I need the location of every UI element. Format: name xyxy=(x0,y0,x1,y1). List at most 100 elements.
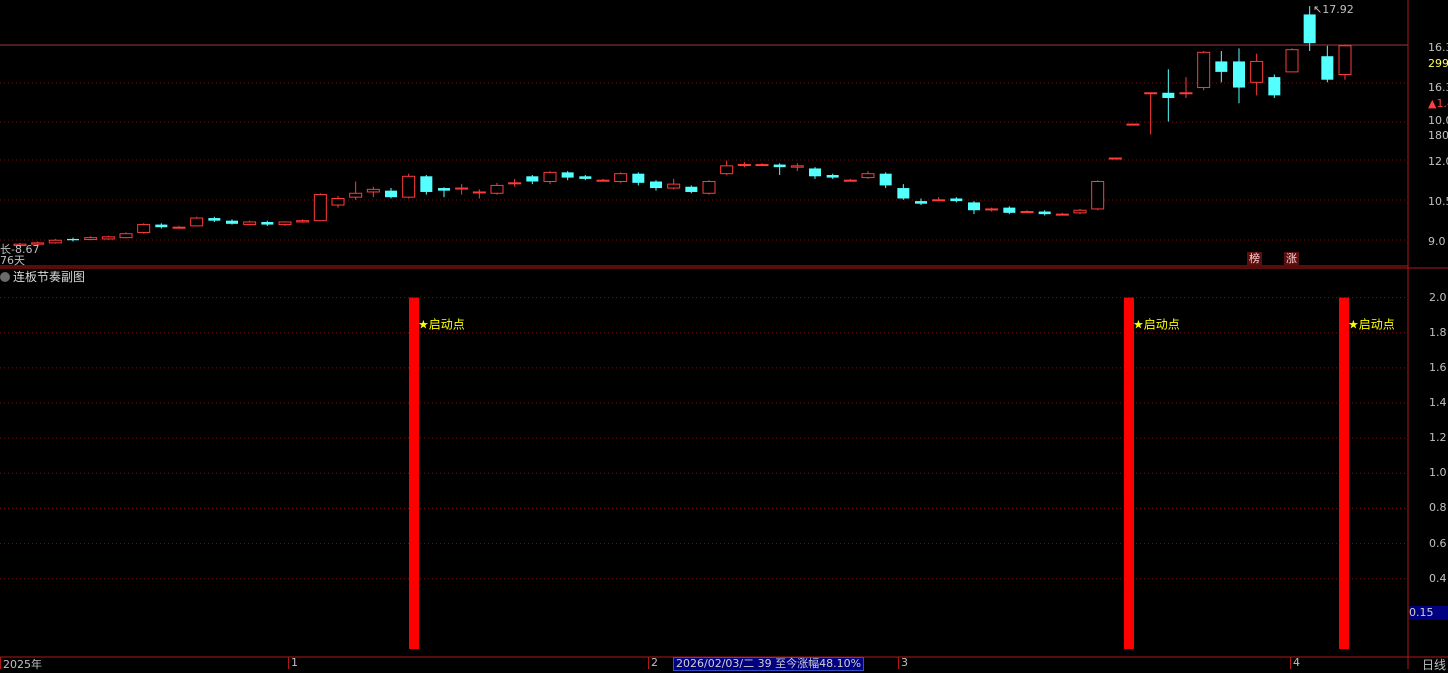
frame xyxy=(0,0,1448,669)
candle xyxy=(1233,48,1245,104)
candle xyxy=(137,223,151,234)
candle xyxy=(1038,210,1051,216)
candle xyxy=(985,207,999,212)
x-axis-label: 1 xyxy=(291,656,298,669)
candle xyxy=(349,181,363,200)
candle xyxy=(809,167,821,179)
candle xyxy=(48,238,62,244)
candle xyxy=(1126,123,1140,126)
signal-bar: ★启动点 xyxy=(1339,297,1395,649)
main-axis-label: 10.01 xyxy=(1428,114,1448,127)
candle xyxy=(366,186,380,198)
candle xyxy=(843,178,857,182)
candle xyxy=(826,173,839,179)
candle xyxy=(1144,92,1158,135)
candle xyxy=(155,223,168,229)
period-selector[interactable]: 日线 xyxy=(1422,656,1446,673)
x-axis-label: 2 xyxy=(651,656,658,669)
candle xyxy=(1215,50,1228,83)
signal-label: ★启动点 xyxy=(418,318,465,332)
candle xyxy=(1055,212,1069,216)
high-arrow-icon: ↖ xyxy=(1313,3,1323,16)
candle xyxy=(1073,208,1087,215)
sub-axis-label: 1.6 xyxy=(1429,360,1447,374)
candle xyxy=(243,220,257,226)
signal-label: ★启动点 xyxy=(1348,318,1395,332)
candle xyxy=(508,178,522,187)
candle xyxy=(685,185,698,194)
candle xyxy=(67,237,79,242)
candle xyxy=(385,188,397,199)
x-tick xyxy=(288,657,289,669)
main-axis-label: 180 xyxy=(1428,129,1448,142)
candle xyxy=(632,172,645,186)
candle xyxy=(455,184,469,195)
candle xyxy=(526,174,539,185)
candle xyxy=(790,163,804,172)
candle xyxy=(208,216,221,222)
candle xyxy=(472,189,486,199)
x-axis-label: 3 xyxy=(901,656,908,669)
main-axis-label: ▲1.4 xyxy=(1428,97,1448,110)
candles xyxy=(13,6,1352,247)
candle xyxy=(172,225,186,229)
sub-axis-label: 2.0 xyxy=(1429,290,1447,304)
grid xyxy=(0,44,1408,580)
candle xyxy=(420,174,433,195)
candle xyxy=(543,171,557,185)
candle xyxy=(561,171,574,181)
candle xyxy=(1338,44,1352,80)
sub-axis-label: 0.6 xyxy=(1429,536,1447,550)
candle xyxy=(596,178,610,182)
main-axis-label: 10.5 xyxy=(1428,195,1448,208)
candle xyxy=(932,197,946,202)
x-tick xyxy=(648,657,649,669)
chart-stage: ★启动点 ★启动点 ★启动点 xyxy=(0,0,1448,669)
badge-zhang[interactable]: 涨 xyxy=(1284,252,1299,265)
candle xyxy=(84,236,98,241)
candle xyxy=(737,161,751,168)
candle xyxy=(402,173,416,199)
candle xyxy=(331,195,345,208)
subchart-current-value: 0.15 xyxy=(1409,606,1448,620)
candle xyxy=(1268,74,1281,98)
candle xyxy=(101,235,115,240)
signal-label: ★启动点 xyxy=(1133,318,1180,332)
sub-axis-label: 1.8 xyxy=(1429,325,1447,339)
candle xyxy=(490,182,504,195)
candle xyxy=(119,232,133,239)
candle xyxy=(313,193,327,222)
main-axis-label: 12.0 xyxy=(1428,155,1448,168)
candle xyxy=(702,180,716,195)
candle xyxy=(773,163,786,175)
candle xyxy=(614,172,628,183)
candle xyxy=(720,160,734,175)
subchart-title[interactable]: 连板节奏副图 xyxy=(0,268,85,285)
candle xyxy=(278,221,292,226)
badge-bang[interactable]: 榜 xyxy=(1247,252,1262,265)
candle xyxy=(579,174,592,181)
candle xyxy=(650,180,662,191)
sub-axis-label: 0.4 xyxy=(1429,571,1447,585)
sub-axis-label: 1.0 xyxy=(1429,466,1447,480)
x-axis-label: 4 xyxy=(1293,656,1300,669)
x-tick xyxy=(898,657,899,669)
candle xyxy=(1321,45,1334,83)
candle xyxy=(226,219,238,225)
low-annotation-line2: 76天 xyxy=(0,254,25,267)
candle xyxy=(1197,50,1211,91)
candle xyxy=(1285,48,1299,73)
candle xyxy=(1020,210,1034,214)
sub-axis-label: 1.2 xyxy=(1429,431,1447,445)
candle xyxy=(897,184,910,200)
candle xyxy=(1003,206,1016,215)
low-annotation: 长-8.67 76天 xyxy=(0,244,39,266)
candle xyxy=(1250,53,1264,96)
collapse-icon[interactable] xyxy=(0,272,10,282)
candle xyxy=(915,198,927,206)
high-annotation: ↖17.92 xyxy=(1313,3,1354,16)
candle xyxy=(296,219,310,223)
candle xyxy=(879,172,892,189)
candle xyxy=(1179,77,1193,98)
candle xyxy=(861,171,875,179)
